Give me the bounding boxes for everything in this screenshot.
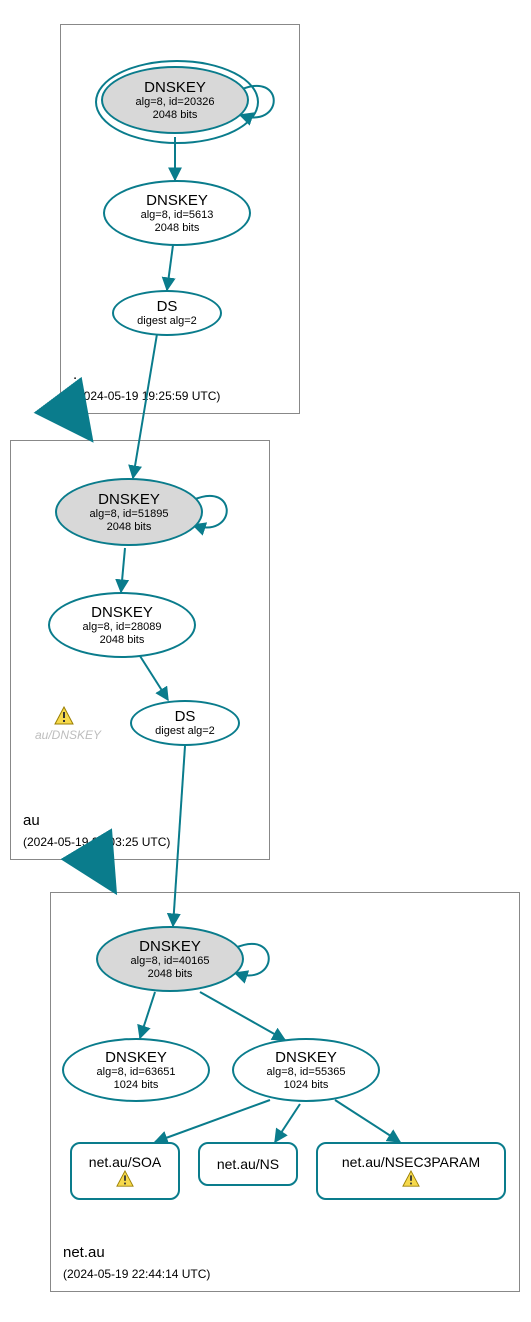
- node-title: DNSKEY: [144, 79, 206, 96]
- warning-icon: [116, 1170, 134, 1188]
- node-title: DNSKEY: [146, 192, 208, 209]
- node-title: DNSKEY: [91, 604, 153, 621]
- zone-netau-label: net.au: [63, 1244, 105, 1261]
- zone-root-label: .: [73, 366, 77, 383]
- node-sub: alg=8, id=5613: [141, 209, 214, 222]
- netau-ns-node: net.au/NS: [198, 1142, 298, 1186]
- warning-icon: [54, 706, 74, 726]
- node-sub: alg=8, id=28089: [83, 621, 162, 634]
- node-title: DS: [175, 708, 196, 725]
- zone-au-label: au: [23, 812, 40, 829]
- au-ksk-node: DNSKEY alg=8, id=51895 2048 bits: [55, 478, 203, 546]
- netau-zsk-right-node: DNSKEY alg=8, id=55365 1024 bits: [232, 1038, 380, 1102]
- node-title: DS: [157, 298, 178, 315]
- node-sub: digest alg=2: [137, 315, 197, 328]
- node-title: DNSKEY: [139, 938, 201, 955]
- node-title: DNSKEY: [105, 1049, 167, 1066]
- node-sub: 2048 bits: [148, 968, 193, 981]
- netau-zsk-left-node: DNSKEY alg=8, id=63651 1024 bits: [62, 1038, 210, 1102]
- warning-icon: [402, 1170, 420, 1188]
- node-sub: alg=8, id=51895: [90, 508, 169, 521]
- node-sub: alg=8, id=63651: [97, 1066, 176, 1079]
- node-sub: 2048 bits: [107, 521, 152, 534]
- node-sub: 2048 bits: [100, 634, 145, 647]
- zone-au-timestamp: (2024-05-19 20:03:25 UTC): [23, 835, 170, 849]
- node-sub: alg=8, id=20326: [136, 96, 215, 109]
- node-sub: alg=8, id=40165: [131, 955, 210, 968]
- root-zsk-node: DNSKEY alg=8, id=5613 2048 bits: [103, 180, 251, 246]
- node-sub: alg=8, id=55365: [267, 1066, 346, 1079]
- zone-root-timestamp: (2024-05-19 19:25:59 UTC): [73, 389, 220, 403]
- au-dnskey-ghost-label: au/DNSKEY: [28, 728, 108, 742]
- node-sub: 1024 bits: [284, 1079, 329, 1092]
- node-sub: 1024 bits: [114, 1079, 159, 1092]
- netau-soa-node: net.au/SOA: [70, 1142, 180, 1200]
- au-ds-node: DS digest alg=2: [130, 700, 240, 746]
- node-title: net.au/NS: [217, 1156, 279, 1172]
- au-zsk-node: DNSKEY alg=8, id=28089 2048 bits: [48, 592, 196, 658]
- node-sub: 2048 bits: [153, 109, 198, 122]
- node-title: DNSKEY: [275, 1049, 337, 1066]
- root-ksk-node: DNSKEY alg=8, id=20326 2048 bits: [101, 66, 249, 134]
- node-title: DNSKEY: [98, 491, 160, 508]
- node-title: net.au/NSEC3PARAM: [342, 1154, 480, 1170]
- root-ds-node: DS digest alg=2: [112, 290, 222, 336]
- diagram-canvas: . (2024-05-19 19:25:59 UTC) au (2024-05-…: [0, 0, 531, 1322]
- node-title: net.au/SOA: [89, 1154, 161, 1170]
- zone-netau-timestamp: (2024-05-19 22:44:14 UTC): [63, 1267, 210, 1281]
- netau-nsec3param-node: net.au/NSEC3PARAM: [316, 1142, 506, 1200]
- node-sub: 2048 bits: [155, 222, 200, 235]
- netau-ksk-node: DNSKEY alg=8, id=40165 2048 bits: [96, 926, 244, 992]
- node-sub: digest alg=2: [155, 725, 215, 738]
